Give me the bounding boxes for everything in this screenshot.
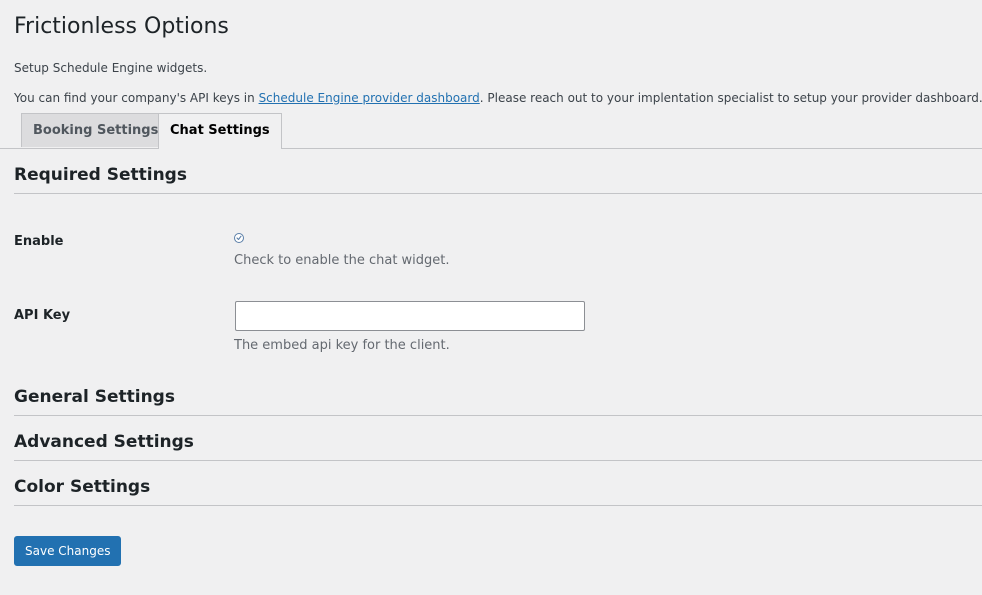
page-title: Frictionless Options: [14, 14, 229, 39]
required-settings-heading: Required Settings: [14, 165, 187, 185]
general-settings-heading[interactable]: General Settings: [14, 386, 175, 408]
api-key-label: API Key: [14, 308, 71, 323]
settings-page: Frictionless Options Setup Schedule Engi…: [0, 0, 982, 595]
checkmark-icon: [236, 235, 242, 241]
required-settings-divider: [14, 193, 982, 194]
provider-dashboard-link[interactable]: Schedule Engine provider dashboard: [259, 91, 480, 105]
intro-text: Setup Schedule Engine widgets.: [14, 61, 208, 75]
api-key-input[interactable]: [235, 301, 585, 331]
tab-booking-settings[interactable]: Booking Settings: [21, 113, 171, 147]
settings-tabs: Booking Settings Chat Settings: [0, 113, 982, 149]
save-changes-button[interactable]: Save Changes: [14, 536, 122, 566]
enable-label: Enable: [14, 234, 64, 249]
api-keys-note-suffix: . Please reach out to your implentation …: [479, 91, 982, 105]
color-settings-heading[interactable]: Color Settings: [14, 476, 150, 498]
api-key-description: The embed api key for the client.: [234, 338, 450, 353]
enable-checkbox[interactable]: [234, 233, 244, 243]
tab-chat-settings[interactable]: Chat Settings: [158, 113, 282, 149]
api-keys-note-prefix: You can find your company's API keys in: [14, 91, 259, 105]
advanced-settings-heading[interactable]: Advanced Settings: [14, 431, 194, 453]
api-keys-note: You can find your company's API keys in …: [14, 90, 982, 106]
enable-description: Check to enable the chat widget.: [234, 253, 450, 268]
color-settings-divider: [14, 505, 982, 506]
advanced-settings-divider: [14, 460, 982, 461]
general-settings-divider: [14, 415, 982, 416]
